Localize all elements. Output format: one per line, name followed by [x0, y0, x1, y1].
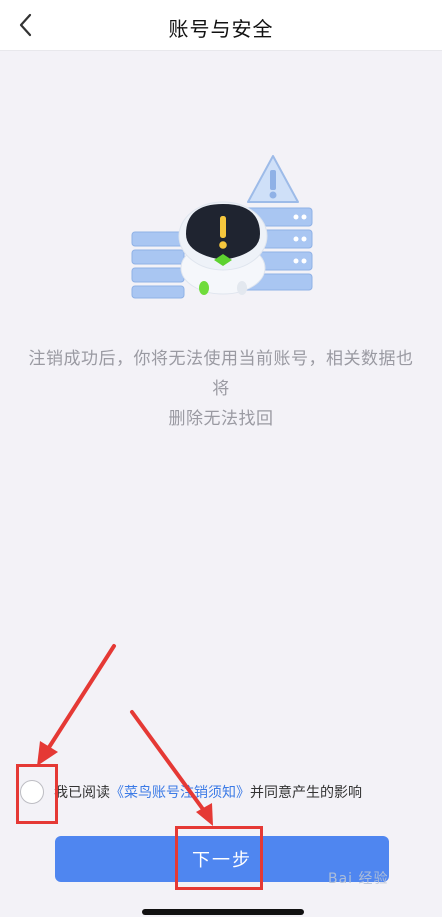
- annotation-arrow-1: [44, 644, 116, 754]
- agreement-text: 我已阅读《菜鸟账号注销须知》并同意产生的影响: [54, 782, 362, 802]
- annotation-box-radio: [16, 764, 58, 824]
- agreement-prefix: 我已阅读: [54, 785, 110, 801]
- home-indicator: [142, 909, 304, 915]
- annotation-arrowhead-1: [37, 741, 58, 766]
- notice-line-2: 删除无法找回: [168, 409, 274, 429]
- annotation-box-button: [175, 826, 263, 890]
- agreement-link[interactable]: 《菜鸟账号注销须知》: [110, 785, 250, 801]
- notice-line-1: 注销成功后，你将无法使用当前账号，相关数据也将: [28, 349, 414, 399]
- page-title: 账号与安全: [168, 17, 274, 41]
- agreement-suffix: 并同意产生的影响: [250, 785, 362, 801]
- agreement-row: 我已阅读《菜鸟账号注销须知》并同意产生的影响: [20, 778, 430, 808]
- nav-bar: 账号与安全: [0, 0, 442, 51]
- warning-robot-illustration: [131, 155, 313, 299]
- cancellation-notice: 注销成功后，你将无法使用当前账号，相关数据也将 删除无法找回: [20, 344, 422, 434]
- watermark: Bai 经验: [328, 871, 389, 887]
